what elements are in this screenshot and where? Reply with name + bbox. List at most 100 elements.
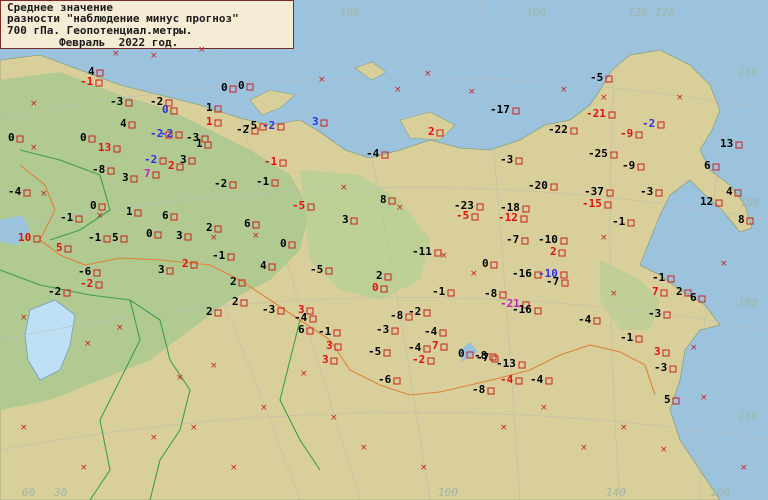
station-marker xyxy=(125,99,133,107)
station-marker xyxy=(545,377,553,385)
station-cross-marker: × xyxy=(360,443,368,453)
station-value: -2 xyxy=(408,305,422,318)
station-marker xyxy=(306,327,314,335)
station-value: -9 xyxy=(620,127,634,140)
station-value: 4 xyxy=(120,117,127,130)
station-marker xyxy=(383,349,391,357)
station-marker xyxy=(610,151,618,159)
station-marker xyxy=(427,357,435,365)
station-marker xyxy=(423,345,431,353)
station-value: 3 xyxy=(312,115,319,128)
station-value: 6 xyxy=(244,217,251,230)
station-marker xyxy=(667,275,675,283)
station-marker xyxy=(570,127,578,135)
station-value: -3 xyxy=(648,307,662,320)
station-value: 2 xyxy=(182,257,189,270)
station-marker xyxy=(515,377,523,385)
station-marker xyxy=(307,203,315,211)
station-cross-marker: × xyxy=(20,313,28,323)
station-cross-marker: × xyxy=(190,423,198,433)
station-marker xyxy=(175,131,183,139)
station-value: 0 xyxy=(458,347,465,360)
station-value: -8 xyxy=(472,383,486,396)
station-value: -8 xyxy=(484,287,498,300)
station-value: 3 xyxy=(158,263,165,276)
station-value: 8 xyxy=(380,193,387,206)
station-cross-marker: × xyxy=(396,203,404,213)
station-cross-marker: × xyxy=(210,361,218,371)
station-value: -11 xyxy=(412,245,432,258)
station-value: 0 xyxy=(90,199,97,212)
station-cross-marker: × xyxy=(230,463,238,473)
station-marker xyxy=(188,157,196,165)
station-value: -6 xyxy=(378,373,392,386)
station-marker xyxy=(734,189,742,197)
station-value: -16 xyxy=(512,303,532,316)
station-value: -1 xyxy=(212,249,226,262)
station-marker xyxy=(325,267,333,275)
station-value: -7 xyxy=(546,275,560,288)
station-marker xyxy=(130,175,138,183)
station-marker xyxy=(238,279,246,287)
station-value: 4 xyxy=(260,259,267,272)
station-value: 2 xyxy=(206,305,213,318)
station-value: -13 xyxy=(496,357,516,370)
station-value: -2 xyxy=(262,119,276,132)
station-marker xyxy=(96,69,104,77)
station-marker xyxy=(560,237,568,245)
station-value: 0 xyxy=(482,257,489,270)
station-cross-marker: × xyxy=(676,93,684,103)
station-marker xyxy=(534,307,542,315)
station-marker xyxy=(95,281,103,289)
station-marker xyxy=(635,335,643,343)
station-value: -5 xyxy=(292,199,306,212)
station-marker xyxy=(95,79,103,87)
station-cross-marker: × xyxy=(600,233,608,243)
station-value: -5 xyxy=(368,345,382,358)
station-cross-marker: × xyxy=(150,433,158,443)
station-value: -4 xyxy=(530,373,544,386)
station-marker xyxy=(669,365,677,373)
station-cross-marker: × xyxy=(300,369,308,379)
station-value: 0 xyxy=(80,131,87,144)
station-value: 6 xyxy=(298,323,305,336)
forecast-error-map: Среднее значение разности "наблюдение ми… xyxy=(0,0,768,500)
station-cross-marker: × xyxy=(112,49,120,59)
station-marker xyxy=(268,263,276,271)
station-cross-marker: × xyxy=(80,463,88,473)
station-cross-marker: × xyxy=(690,343,698,353)
station-cross-marker: × xyxy=(394,85,402,95)
station-marker xyxy=(380,285,388,293)
station-marker xyxy=(605,75,613,83)
station-marker xyxy=(521,237,529,245)
station-value: -7 xyxy=(506,233,520,246)
station-marker xyxy=(662,349,670,357)
station-value: 3 xyxy=(342,213,349,226)
station-marker xyxy=(170,107,178,115)
station-marker xyxy=(320,119,328,127)
station-cross-marker: × xyxy=(470,269,478,279)
station-marker xyxy=(16,135,24,143)
station-marker xyxy=(229,181,237,189)
station-value: 8 xyxy=(738,213,745,226)
station-value: -8 xyxy=(390,309,404,322)
station-value: -4 xyxy=(8,185,22,198)
station-cross-marker: × xyxy=(210,233,218,243)
station-marker xyxy=(550,183,558,191)
station-marker xyxy=(423,309,431,317)
station-value: -3 xyxy=(640,185,654,198)
station-value: 5 xyxy=(112,231,119,244)
station-marker xyxy=(88,135,96,143)
station-marker xyxy=(476,203,484,211)
station-value: 6 xyxy=(690,291,697,304)
station-marker xyxy=(487,387,495,395)
station-marker xyxy=(330,357,338,365)
station-marker xyxy=(558,249,566,257)
station-marker xyxy=(63,289,71,297)
station-marker xyxy=(436,129,444,137)
station-cross-marker: × xyxy=(600,93,608,103)
station-marker xyxy=(98,203,106,211)
station-value: -1 xyxy=(432,285,446,298)
station-value: -2 xyxy=(80,277,94,290)
station-value: 5 xyxy=(664,393,671,406)
